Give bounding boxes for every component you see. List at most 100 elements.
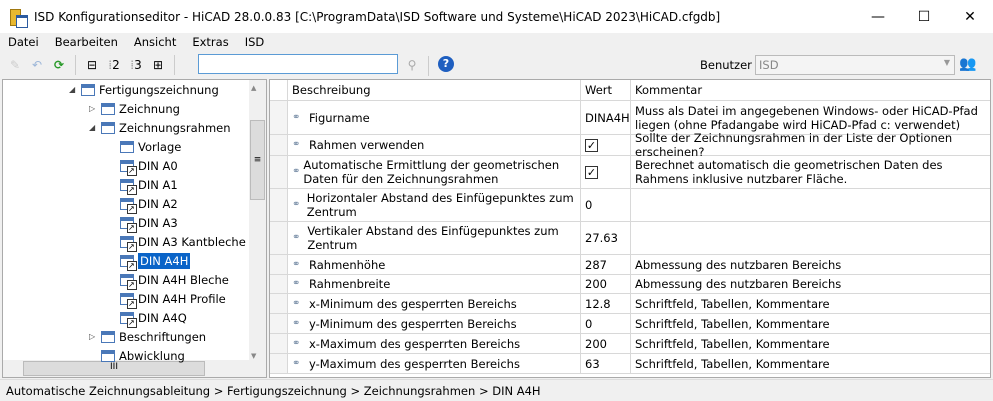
binoculars-search-icon[interactable]: ⚲ [401, 54, 423, 76]
tree-vertical-scrollbar[interactable]: ▲ ≡ ▼ [249, 80, 266, 362]
tree-node[interactable]: ◢ Zeichnungsrahmen [89, 118, 231, 137]
tree-node[interactable]: DIN A4H Bleche [108, 270, 229, 290]
grid-row[interactable]: ⚭ Rahmenbreite 200 Abmessung des nutzbare… [270, 275, 990, 294]
expand-level-2-button[interactable]: ⁞ 2 [103, 54, 125, 76]
grid-row[interactable]: ⚭ Automatische Ermittlung der geometrisch… [270, 156, 990, 189]
expander-icon[interactable]: ▷ [89, 104, 101, 113]
header-beschreibung[interactable]: Beschreibung [288, 80, 581, 100]
linked-table-icon [120, 178, 137, 195]
row-header[interactable] [270, 135, 288, 155]
grid-row[interactable]: ⚭ Rahmenhöhe 287 Abmessung des nutzbaren … [270, 255, 990, 275]
status-breadcrumb: Automatische Zeichnungsableitung > Ferti… [6, 383, 541, 398]
tree-node[interactable]: ▷ Beschriftungen [89, 327, 206, 346]
tree-node[interactable]: Vorlage [108, 137, 181, 156]
tree-node[interactable]: DIN A0 [108, 156, 178, 176]
tree-node[interactable]: Abwicklung [89, 346, 185, 365]
header-wert[interactable]: Wert [581, 80, 631, 100]
value-cell[interactable]: 0 [581, 314, 631, 333]
link-icon: ⚭ [292, 139, 301, 150]
link-icon: ⚭ [292, 317, 301, 329]
row-value: 63 [585, 356, 600, 371]
edit-icon[interactable]: ✎ [4, 54, 26, 76]
grid-row[interactable]: ⚭ x-Maximum des gesperrten Bereichs 200 S… [270, 334, 990, 354]
row-header[interactable] [270, 189, 288, 221]
tree-node[interactable]: DIN A4H Profile [108, 289, 226, 309]
tree-node[interactable]: ◢ Fertigungszeichnung [69, 80, 219, 99]
tree-node[interactable]: DIN A1 [108, 175, 178, 195]
table-icon [81, 83, 95, 96]
grid-row[interactable]: ⚭ y-Maximum des gesperrten Bereichs 63 Sc… [270, 354, 990, 374]
grid-row[interactable]: ⚭ y-Minimum des gesperrten Bereichs 0 Sch… [270, 314, 990, 334]
value-cell[interactable]: 63 [581, 354, 631, 373]
menu-isd[interactable]: ISD [237, 35, 273, 49]
tree-node[interactable]: DIN A3 [108, 213, 178, 233]
undo-icon[interactable]: ↶ [26, 54, 48, 76]
value-cell[interactable]: 287 [581, 255, 631, 274]
minimize-button[interactable]: — [855, 0, 901, 33]
tree-node[interactable]: DIN A4Q [108, 308, 187, 328]
collapse-all-icon[interactable]: ⊟ [81, 54, 103, 76]
maximize-button[interactable]: ☐ [901, 0, 947, 33]
expander-icon[interactable]: ◢ [89, 123, 101, 132]
scroll-thumb[interactable]: ≡ [250, 120, 265, 200]
close-button[interactable]: ✕ [947, 0, 993, 33]
row-header[interactable] [270, 101, 288, 134]
value-cell[interactable]: 200 [581, 275, 631, 293]
checkbox[interactable]: ✓ [585, 165, 598, 179]
tree-node[interactable]: DIN A2 [108, 194, 178, 214]
row-header[interactable] [270, 354, 288, 373]
tree-node[interactable]: DIN A3 Kantbleche [108, 232, 246, 252]
menu-bearbeiten[interactable]: Bearbeiten [47, 35, 126, 49]
menu-ansicht[interactable]: Ansicht [126, 35, 184, 49]
row-value: 0 [585, 198, 593, 212]
row-header[interactable] [270, 314, 288, 333]
row-description: Figurname [309, 110, 370, 125]
tree-node[interactable]: DIN A4H [108, 251, 191, 271]
row-value: 0 [585, 316, 593, 331]
row-header[interactable] [270, 294, 288, 313]
grid-row[interactable]: ⚭ x-Minimum des gesperrten Bereichs 12.8 … [270, 294, 990, 314]
status-bar: Automatische Zeichnungsableitung > Ferti… [0, 379, 993, 401]
link-icon: ⚭ [292, 232, 301, 243]
refresh-icon[interactable]: ⟳ [48, 54, 70, 76]
link-icon: ⚭ [292, 357, 301, 369]
row-header[interactable] [270, 275, 288, 293]
row-header[interactable] [270, 156, 288, 188]
menu-extras[interactable]: Extras [184, 35, 236, 49]
value-cell[interactable]: 27.63 [581, 222, 631, 254]
tree-node[interactable]: ▷ Zeichnung [89, 99, 180, 118]
row-description: x-Minimum des gesperrten Bereichs [309, 296, 517, 311]
tree-node-label: DIN A3 Kantbleche [138, 234, 246, 249]
row-header[interactable] [270, 334, 288, 353]
checkbox[interactable]: ✓ [585, 138, 598, 152]
row-comment: Berechnet automatisch die geometrischen … [635, 158, 943, 186]
expand-all-icon[interactable]: ⊞ [147, 54, 169, 76]
value-cell[interactable]: ✓ [581, 135, 631, 155]
link-icon: ⚭ [292, 166, 301, 177]
row-value: 287 [585, 257, 607, 272]
grid-row[interactable]: ⚭ Figurname DINA4H Muss als Datei im ange… [270, 101, 990, 135]
row-header[interactable] [270, 222, 288, 254]
value-cell[interactable]: 12.8 [581, 294, 631, 313]
value-cell[interactable]: DINA4H [581, 101, 631, 134]
value-cell[interactable]: 200 [581, 334, 631, 353]
user-value: ISD [759, 58, 779, 72]
expander-icon[interactable]: ◢ [69, 85, 81, 94]
grid-row[interactable]: ⚭ Rahmen verwenden ✓ Sollte der Zeichnung… [270, 131, 990, 159]
value-cell[interactable]: 0 [581, 189, 631, 221]
search-input[interactable] [198, 54, 398, 74]
value-cell[interactable]: ✓ [581, 156, 631, 188]
help-icon[interactable]: ? [438, 56, 454, 72]
user-select[interactable]: ISD ▼ [755, 55, 955, 75]
users-icon[interactable]: 👥 [959, 56, 976, 72]
expander-icon[interactable]: ▷ [89, 332, 101, 341]
linked-table-icon [120, 159, 137, 176]
expand-level-3-button[interactable]: ⁞ 3 [125, 54, 147, 76]
row-comment: Abmessung des nutzbaren Bereichs [635, 277, 842, 291]
grid-row[interactable]: ⚭ Vertikaler Abstand des Einfügepunktes z… [270, 222, 990, 255]
menu-datei[interactable]: Datei [0, 35, 47, 49]
header-kommentar[interactable]: Kommentar [631, 80, 990, 100]
grid-row[interactable]: ⚭ Horizontaler Abstand des Einfügepunktes… [270, 189, 990, 222]
row-header[interactable] [270, 255, 288, 274]
tree-node-label: Abwicklung [119, 348, 185, 363]
